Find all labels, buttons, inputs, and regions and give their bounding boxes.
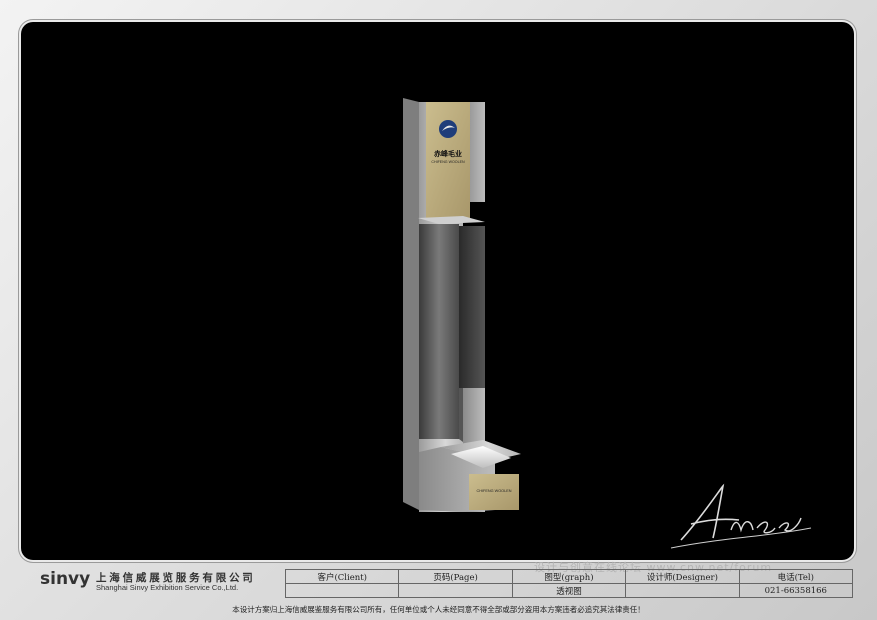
tel-label: 电话(Tel) — [738, 569, 854, 584]
page-label: 页码(Page) — [398, 569, 513, 584]
designer-value — [625, 583, 740, 598]
company-brand: sinvy 上海信威展览服务有限公司 Shanghai Sinvy Exhibi… — [40, 568, 280, 594]
fabric-panel-right — [459, 226, 485, 388]
client-label: 客户(Client) — [284, 569, 400, 584]
graph-label: 图型(graph) — [511, 569, 627, 584]
title-block: 客户(Client) 页码(Page) 图型(graph) 设计师(Design… — [284, 569, 854, 598]
base-label: CHIFENG WOOLEN — [476, 489, 511, 493]
company-logo: sinvy — [40, 569, 91, 589]
fabric-panel-left — [419, 224, 459, 439]
copyright-notice: 本设计方案归上海信威展鉴服务有限公司所有，任何单位或个人未经同意不得全部或部分盗… — [232, 605, 645, 614]
client-value — [284, 583, 400, 598]
company-name-en: Shanghai Sinvy Exhibition Service Co.,Lt… — [96, 583, 239, 592]
column-side — [403, 98, 419, 510]
brand-logo-icon — [439, 120, 457, 138]
render-frame: 赤峰毛业 CHIFENG WOOLEN CHIFENG WOOLEN — [21, 22, 854, 560]
sign-brand-cn: 赤峰毛业 — [434, 149, 462, 158]
designer-label: 设计师(Designer) — [625, 569, 740, 584]
sign-brand-en: CHIFENG WOOLEN — [431, 160, 465, 164]
graph-value: 透视图 — [511, 583, 627, 598]
designer-signature — [670, 483, 812, 549]
page-value — [398, 583, 513, 598]
tel-value: 021-66358166 — [738, 583, 854, 598]
